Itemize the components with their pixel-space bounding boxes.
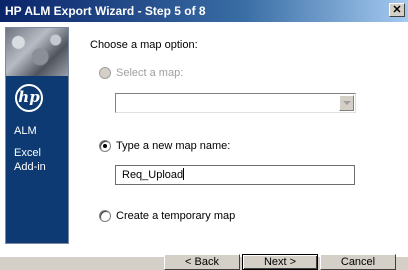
select-map-label: Select a map:	[116, 67, 184, 79]
new-map-name-input[interactable]: Req_Upload	[115, 165, 355, 185]
close-button[interactable]: ✕	[389, 3, 405, 17]
new-map-label: Type a new map name:	[116, 140, 231, 152]
window-title: HP ALM Export Wizard - Step 5 of 8	[5, 4, 206, 18]
map-option-prompt: Choose a map option:	[90, 39, 198, 51]
back-button[interactable]: < Back	[164, 254, 240, 270]
new-map-radio[interactable]	[99, 140, 111, 152]
cancel-button[interactable]: Cancel	[320, 254, 396, 270]
new-map-name-value: Req_Upload	[122, 169, 184, 181]
temp-map-label: Create a temporary map	[116, 210, 236, 222]
hp-logo: hp	[15, 84, 43, 112]
banner-photo	[6, 28, 68, 76]
title-bar: HP ALM Export Wizard - Step 5 of 8 ✕	[0, 0, 408, 22]
next-button[interactable]: Next >	[242, 254, 318, 270]
close-icon: ✕	[392, 4, 402, 16]
product-name-excel: Excel	[14, 147, 41, 159]
temp-map-radio[interactable]	[99, 210, 111, 222]
chevron-down-icon[interactable]	[339, 95, 354, 111]
sidebar-banner: hp ALM Excel Add-in	[5, 27, 69, 244]
map-select-dropdown[interactable]	[115, 93, 356, 113]
wizard-body: hp ALM Excel Add-in Choose a map option:…	[0, 22, 408, 265]
product-name-addin: Add-in	[14, 161, 46, 173]
select-map-radio[interactable]	[99, 67, 111, 79]
product-name-alm: ALM	[14, 125, 37, 137]
map-options-form: Choose a map option: Select a map: Type …	[89, 22, 399, 252]
text-cursor	[183, 168, 185, 180]
